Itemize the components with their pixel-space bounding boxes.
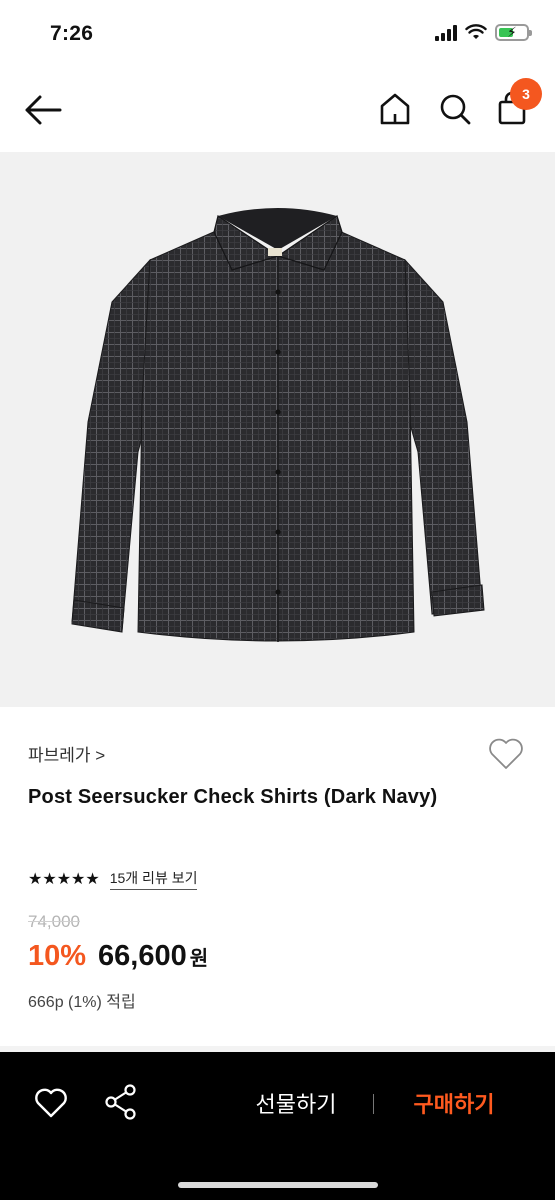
status-bar: 7:26 ⚡	[0, 0, 555, 70]
wifi-icon	[465, 24, 487, 39]
product-title: Post Seersucker Check Shirts (Dark Navy)	[28, 786, 438, 808]
gift-button[interactable]: 선물하기	[236, 1082, 356, 1124]
status-time: 7:26	[50, 22, 94, 45]
heart-icon	[489, 738, 523, 769]
rating-row: ★★★★★ 15개 리뷰 보기	[28, 868, 198, 890]
product-image[interactable]	[0, 152, 555, 707]
review-link[interactable]: 15개 리뷰 보기	[109, 868, 198, 890]
price-row: 10% 66,600 원	[28, 940, 208, 973]
currency-label: 원	[189, 948, 209, 970]
wishlist-button[interactable]	[486, 734, 526, 774]
status-icons: ⚡	[435, 24, 532, 41]
back-button[interactable]	[22, 92, 66, 128]
heart-icon	[35, 1088, 67, 1118]
top-navigation: 3	[0, 70, 555, 150]
search-button[interactable]	[436, 90, 474, 128]
signal-icon	[435, 24, 457, 41]
button-separator	[373, 1094, 374, 1114]
buy-button[interactable]: 구매하기	[394, 1082, 514, 1124]
sale-price: 66,600	[98, 940, 187, 972]
shirt-image	[71, 208, 485, 642]
bottom-action-bar: 선물하기 구매하기	[0, 1052, 555, 1200]
discount-rate: 10%	[28, 940, 87, 972]
share-button[interactable]	[102, 1082, 140, 1122]
share-icon	[105, 1084, 136, 1120]
like-button[interactable]	[32, 1084, 70, 1122]
battery-icon: ⚡	[495, 24, 532, 41]
home-icon	[380, 93, 410, 125]
home-button[interactable]	[376, 90, 414, 128]
original-price: 74,000	[28, 912, 80, 931]
search-icon	[440, 94, 471, 125]
cart-count-badge: 3	[510, 78, 542, 110]
points-info: 666p (1%) 적립	[28, 994, 136, 1011]
home-indicator	[178, 1182, 378, 1188]
brand-link[interactable]: 파브레가 >	[28, 741, 105, 766]
back-arrow-icon	[25, 95, 62, 125]
rating-stars: ★★★★★	[28, 871, 100, 888]
